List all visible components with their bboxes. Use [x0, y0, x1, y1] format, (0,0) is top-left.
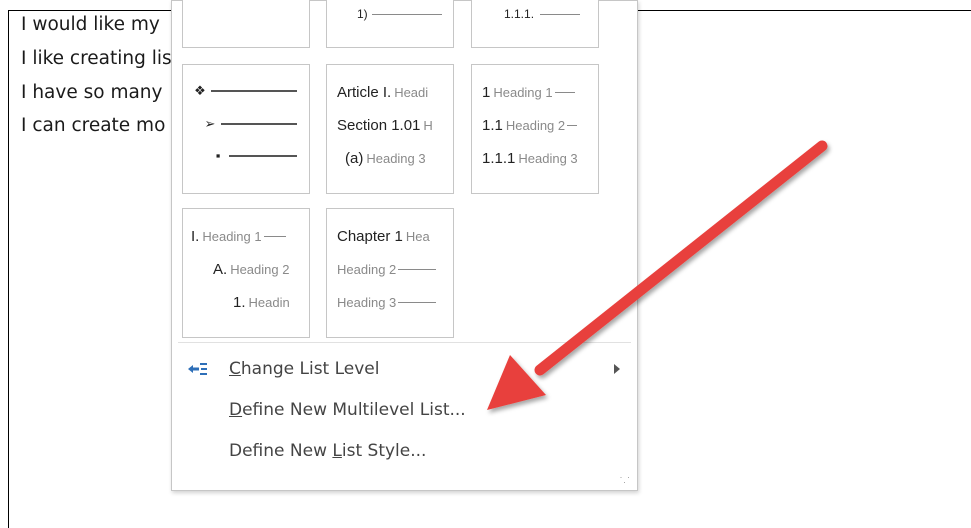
- heading-style-label: Heading 3: [337, 294, 397, 310]
- document-text-line[interactable]: I like creating lis: [21, 48, 172, 69]
- square-bullet-icon: ▪: [215, 148, 221, 163]
- menu-separator: [178, 342, 631, 343]
- list-level-label: Article I.: [337, 83, 392, 101]
- heading-style-label: H: [423, 117, 433, 133]
- heading-style-label: Heading 3: [366, 150, 426, 166]
- heading-style-label: Heading 1: [202, 228, 262, 244]
- define-new-list-style-command[interactable]: Define New List Style...: [172, 433, 637, 469]
- list-level-label: 1): [357, 7, 368, 21]
- list-library-roman[interactable]: I. Heading 1 A. Heading 2 1. Headin: [182, 208, 310, 338]
- heading-style-label: Heading 2: [337, 261, 397, 277]
- document-text-line[interactable]: I have so many: [21, 82, 162, 103]
- submenu-arrow-icon: [614, 364, 620, 374]
- list-library-thumb-partial[interactable]: 1.1.1.: [471, 0, 599, 48]
- heading-style-label: Headin: [248, 294, 290, 310]
- change-list-level-icon: [188, 363, 207, 375]
- list-level-label: A.: [213, 260, 228, 278]
- change-list-level-command[interactable]: Change List Level: [172, 351, 637, 387]
- list-level-label: 1.: [233, 293, 246, 311]
- list-level-label: I.: [191, 227, 200, 245]
- document-text-line[interactable]: I can create mo: [21, 115, 165, 136]
- list-library-numeric[interactable]: 1 Heading 1 1.1 Heading 2 1.1.1 Heading …: [471, 64, 599, 194]
- diamond-bullet-icon: ❖: [194, 83, 206, 98]
- arrow-bullet-icon: ➢: [204, 116, 216, 131]
- list-library-thumb-partial[interactable]: 1): [326, 0, 454, 48]
- list-level-label: 1.1.1: [482, 149, 516, 167]
- resize-grip-icon[interactable]: · · ·: [620, 473, 632, 487]
- list-library-bullets[interactable]: ❖ ➢ ▪: [182, 64, 310, 194]
- heading-style-label: Heading 2: [505, 117, 566, 133]
- document-text-line[interactable]: I would like my: [21, 14, 160, 35]
- list-level-label: 1.1: [482, 116, 503, 134]
- define-new-multilevel-list-command[interactable]: Define New Multilevel List...: [172, 392, 637, 428]
- multilevel-list-dropdown: 1) 1.1.1. ❖ ➢ ▪ Article I. Headi Section: [171, 0, 638, 491]
- heading-style-label: Heading 3: [518, 150, 578, 166]
- list-level-label: (a): [345, 149, 364, 167]
- list-library-chapter[interactable]: Chapter 1 Hea Heading 2 Heading 3: [326, 208, 454, 338]
- heading-style-label: Hea: [405, 228, 430, 244]
- list-level-label: 1: [482, 83, 491, 101]
- list-level-label: 1.1.1.: [504, 7, 535, 21]
- list-library-article-section[interactable]: Article I. Headi Section 1.01 H (a) Head…: [326, 64, 454, 194]
- list-library-thumb-partial[interactable]: [182, 0, 310, 48]
- heading-style-label: Heading 2: [230, 261, 290, 277]
- list-level-label: Chapter 1: [337, 227, 403, 245]
- list-level-label: Section 1.01: [337, 116, 421, 134]
- heading-style-label: Heading 1: [493, 84, 553, 100]
- heading-style-label: Headi: [394, 84, 429, 100]
